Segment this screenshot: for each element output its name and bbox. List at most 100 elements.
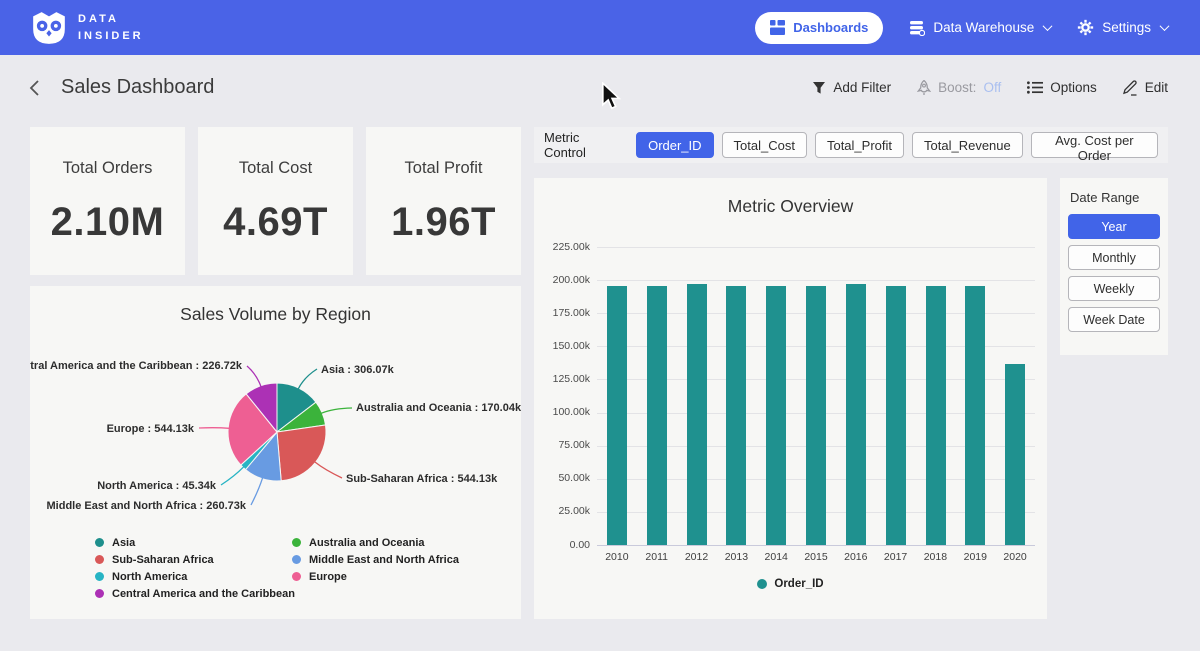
x-axis-tick-label: 2011 bbox=[637, 551, 677, 563]
header-actions: Add Filter Boost: Off Options bbox=[812, 55, 1168, 120]
database-icon bbox=[909, 20, 925, 36]
metric-option-total-revenue[interactable]: Total_Revenue bbox=[912, 132, 1023, 158]
bar-2013[interactable] bbox=[726, 286, 746, 545]
boost-label: Boost: bbox=[938, 80, 976, 95]
y-axis-tick-label: 75.00k bbox=[538, 439, 590, 451]
brand-line2: INSIDER bbox=[78, 28, 144, 45]
bar-2017[interactable] bbox=[886, 286, 906, 545]
nav-dashboards-button[interactable]: Dashboards bbox=[755, 12, 883, 44]
x-axis-tick-label: 2016 bbox=[836, 551, 876, 563]
owl-logo-icon bbox=[30, 9, 68, 47]
options-label: Options bbox=[1050, 80, 1097, 95]
x-axis-tick-label: 2012 bbox=[677, 551, 717, 563]
bar-2019[interactable] bbox=[965, 286, 985, 545]
pie-legend-column: AsiaSub-Saharan AfricaNorth AmericaCentr… bbox=[95, 534, 295, 602]
date-range-option-year[interactable]: Year bbox=[1068, 214, 1160, 239]
bar-2010[interactable] bbox=[607, 286, 627, 545]
back-button[interactable] bbox=[28, 79, 41, 97]
legend-label: Australia and Oceania bbox=[309, 537, 425, 549]
brand-text: DATA INSIDER bbox=[78, 11, 144, 44]
date-range-option-weekly[interactable]: Weekly bbox=[1068, 276, 1160, 301]
legend-label: Central America and the Caribbean bbox=[112, 588, 295, 600]
bar-2020[interactable] bbox=[1005, 364, 1025, 545]
pie-slice-label: Middle East and North Africa : 260.73k bbox=[47, 500, 247, 512]
y-axis-tick-label: 25.00k bbox=[538, 505, 590, 517]
gear-icon bbox=[1077, 19, 1094, 36]
metric-buttons: Order_ID Total_Cost Total_Profit Total_Reve… bbox=[636, 132, 1158, 158]
y-axis-tick-label: 100.00k bbox=[538, 406, 590, 418]
nav-right: Dashboards Data Warehouse bbox=[755, 12, 1168, 44]
pie-leader-line bbox=[221, 467, 244, 485]
x-axis-tick-label: 2018 bbox=[916, 551, 956, 563]
boost-toggle[interactable]: Boost: Off bbox=[917, 80, 1001, 96]
legend-label: Order_ID bbox=[774, 578, 823, 590]
legend-item-europe: Europe bbox=[292, 568, 459, 585]
legend-item-australia-and-oceania: Australia and Oceania bbox=[292, 534, 459, 551]
pie-leader-line bbox=[321, 408, 352, 413]
kpi-value: 4.69T bbox=[223, 200, 328, 245]
pie-leader-line bbox=[251, 478, 263, 505]
kpi-label: Total Cost bbox=[239, 159, 312, 178]
x-axis-tick-label: 2013 bbox=[717, 551, 757, 563]
bar-2018[interactable] bbox=[926, 286, 946, 545]
navbar: DATA INSIDER Dashboards D bbox=[0, 0, 1200, 55]
metric-control-label: Metric Control bbox=[544, 130, 623, 160]
legend-dot-icon bbox=[95, 572, 104, 581]
gridline bbox=[597, 247, 1035, 248]
legend-label: Middle East and North Africa bbox=[309, 554, 459, 566]
bar-2016[interactable] bbox=[846, 284, 866, 545]
date-range-label: Date Range bbox=[1070, 190, 1160, 205]
edit-pencil-icon bbox=[1123, 80, 1138, 96]
pie-leader-line bbox=[315, 462, 342, 478]
kpi-card-total-orders: Total Orders 2.10M bbox=[30, 127, 185, 275]
page-title: Sales Dashboard bbox=[61, 76, 214, 99]
bar-chart-legend: Order_ID bbox=[534, 578, 1047, 590]
bar-2014[interactable] bbox=[766, 286, 786, 545]
x-axis-tick-label: 2014 bbox=[756, 551, 796, 563]
legend-dot-icon bbox=[292, 538, 301, 547]
legend-item-middle-east-and-north-africa: Middle East and North Africa bbox=[292, 551, 459, 568]
metric-option-order-id[interactable]: Order_ID bbox=[636, 132, 713, 158]
app-root: DATA INSIDER Dashboards D bbox=[0, 0, 1200, 651]
y-axis-tick-label: 0.00 bbox=[538, 539, 590, 551]
options-button[interactable]: Options bbox=[1027, 80, 1097, 95]
date-range-option-week-date[interactable]: Week Date bbox=[1068, 307, 1160, 332]
metric-option-total-cost[interactable]: Total_Cost bbox=[722, 132, 807, 158]
add-filter-button[interactable]: Add Filter bbox=[812, 80, 891, 95]
bar-2012[interactable] bbox=[687, 284, 707, 545]
header-left: Sales Dashboard bbox=[28, 55, 214, 120]
bar-2015[interactable] bbox=[806, 286, 826, 545]
metric-option-total-profit[interactable]: Total_Profit bbox=[815, 132, 904, 158]
y-axis-tick-label: 150.00k bbox=[538, 340, 590, 352]
metric-option-avg-cost-per-order[interactable]: Avg. Cost per Order bbox=[1031, 132, 1158, 158]
legend-label: Sub-Saharan Africa bbox=[112, 554, 214, 566]
x-axis-tick-label: 2019 bbox=[955, 551, 995, 563]
legend-dot-icon bbox=[95, 589, 104, 598]
date-range-panel: Date Range Year Monthly Weekly Week Date bbox=[1060, 178, 1168, 355]
pie-slice-label: Asia : 306.07k bbox=[321, 364, 395, 376]
chevron-down-icon bbox=[1043, 21, 1053, 31]
pie-slice-label: Australia and Oceania : 170.04k bbox=[356, 402, 521, 414]
date-range-option-monthly[interactable]: Monthly bbox=[1068, 245, 1160, 270]
edit-label: Edit bbox=[1145, 80, 1168, 95]
pie-leader-line bbox=[298, 369, 317, 389]
pie-slice-label: Sub-Saharan Africa : 544.13k bbox=[346, 473, 498, 485]
x-axis-tick-label: 2010 bbox=[597, 551, 637, 563]
y-axis-tick-label: 50.00k bbox=[538, 472, 590, 484]
edit-button[interactable]: Edit bbox=[1123, 80, 1168, 96]
pie-slice-label: North America : 45.34k bbox=[97, 480, 217, 492]
rocket-icon bbox=[917, 80, 931, 96]
bar-2011[interactable] bbox=[647, 286, 667, 545]
nav-settings-menu[interactable]: Settings bbox=[1077, 19, 1168, 36]
filter-funnel-icon bbox=[812, 81, 826, 95]
nav-data-warehouse-menu[interactable]: Data Warehouse bbox=[909, 20, 1051, 36]
brand: DATA INSIDER bbox=[30, 9, 144, 47]
add-filter-label: Add Filter bbox=[833, 80, 891, 95]
pie-legend-column: Australia and Oceania Middle East and Nor… bbox=[292, 534, 459, 585]
y-axis-tick-label: 125.00k bbox=[538, 373, 590, 385]
x-axis-tick-label: 2017 bbox=[876, 551, 916, 563]
pie-leader-line bbox=[247, 366, 261, 387]
pie-slice-sub-saharan-africa[interactable] bbox=[277, 425, 326, 481]
legend-item-sub-saharan-africa: Sub-Saharan Africa bbox=[95, 551, 295, 568]
chevron-down-icon bbox=[1160, 21, 1170, 31]
